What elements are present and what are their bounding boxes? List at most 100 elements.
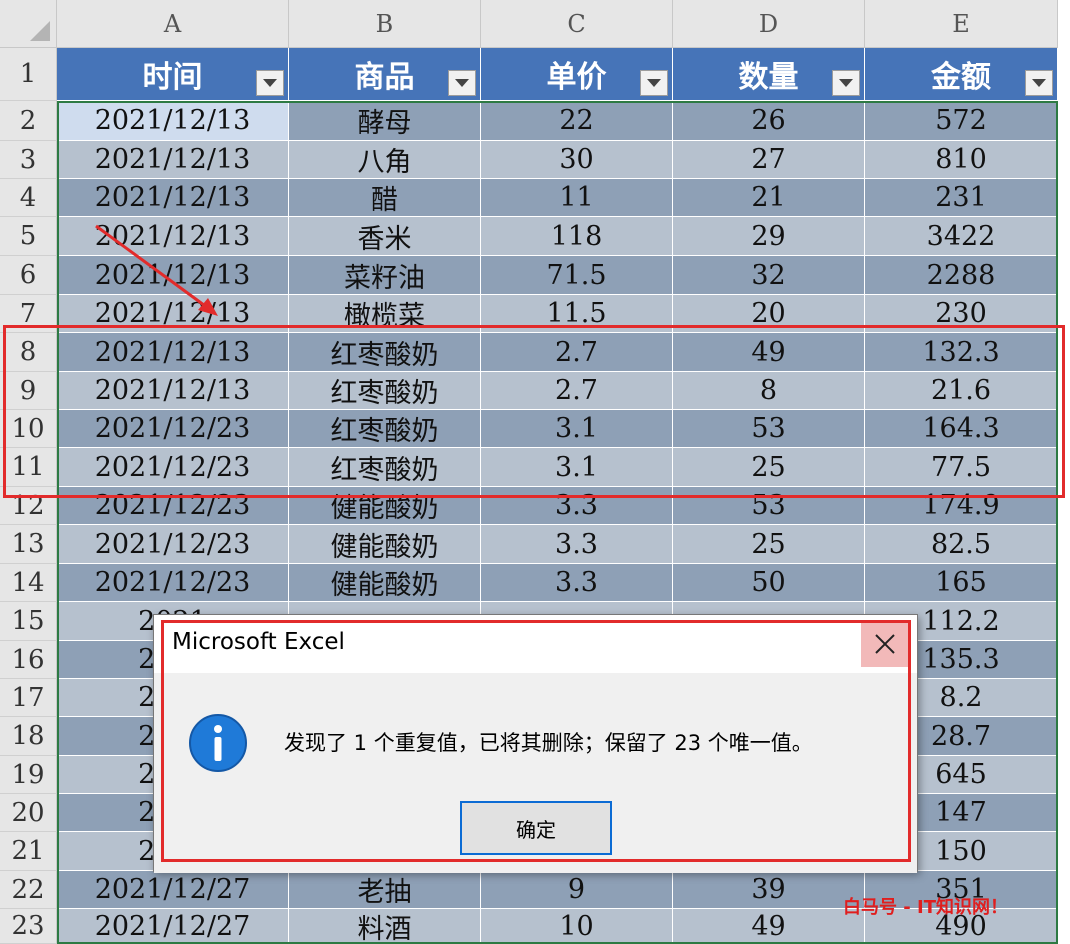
column-header-e[interactable]: E: [865, 0, 1058, 48]
table-cell[interactable]: 红枣酸奶: [289, 410, 481, 448]
table-cell[interactable]: 香米: [289, 217, 481, 256]
table-cell[interactable]: 11.5: [481, 295, 673, 333]
table-cell[interactable]: 2021/12/13: [57, 333, 289, 372]
table-cell[interactable]: 9: [481, 871, 673, 909]
row-header[interactable]: 3: [0, 141, 57, 179]
table-cell[interactable]: 27: [673, 141, 865, 179]
row-header[interactable]: 5: [0, 217, 57, 256]
table-cell[interactable]: 菜籽油: [289, 256, 481, 295]
row-header[interactable]: 8: [0, 333, 57, 372]
row-header[interactable]: 17: [0, 679, 57, 717]
table-cell[interactable]: 2.7: [481, 333, 673, 372]
table-cell[interactable]: 25: [673, 448, 865, 487]
table-cell[interactable]: 21.6: [865, 372, 1058, 410]
table-cell[interactable]: 132.3: [865, 333, 1058, 372]
table-cell[interactable]: 健能酸奶: [289, 487, 481, 525]
table-cell[interactable]: 53: [673, 487, 865, 525]
table-cell[interactable]: 醋: [289, 179, 481, 217]
table-cell[interactable]: 2021/12/23: [57, 525, 289, 564]
row-header[interactable]: 15: [0, 602, 57, 641]
row-header[interactable]: 18: [0, 717, 57, 756]
table-cell[interactable]: 10: [481, 909, 673, 944]
table-cell[interactable]: 八角: [289, 141, 481, 179]
table-cell[interactable]: 橄榄菜: [289, 295, 481, 333]
table-cell[interactable]: 健能酸奶: [289, 564, 481, 602]
table-cell[interactable]: 2021/12/13: [57, 141, 289, 179]
table-cell[interactable]: 50: [673, 564, 865, 602]
table-cell[interactable]: 22: [481, 101, 673, 141]
table-cell[interactable]: 红枣酸奶: [289, 333, 481, 372]
active-cell[interactable]: 2021/12/13: [57, 101, 289, 141]
select-all-corner[interactable]: [0, 0, 57, 48]
table-cell[interactable]: 230: [865, 295, 1058, 333]
table-header-cell[interactable]: 数量: [673, 48, 865, 101]
table-cell[interactable]: 2021/12/27: [57, 871, 289, 909]
table-cell[interactable]: 165: [865, 564, 1058, 602]
filter-dropdown-button[interactable]: [640, 70, 668, 96]
filter-dropdown-button[interactable]: [448, 70, 476, 96]
column-header-b[interactable]: B: [289, 0, 481, 48]
table-cell[interactable]: 53: [673, 410, 865, 448]
table-cell[interactable]: 2021/12/13: [57, 372, 289, 410]
close-button[interactable]: [861, 621, 909, 667]
table-header-cell[interactable]: 时间: [57, 48, 289, 101]
row-header[interactable]: 23: [0, 909, 57, 944]
row-header[interactable]: 4: [0, 179, 57, 217]
row-header[interactable]: 14: [0, 564, 57, 602]
row-header[interactable]: 22: [0, 871, 57, 909]
table-cell[interactable]: 2021/12/23: [57, 410, 289, 448]
table-cell[interactable]: 2021/12/27: [57, 909, 289, 944]
table-cell[interactable]: 21: [673, 179, 865, 217]
table-cell[interactable]: 20: [673, 295, 865, 333]
table-cell[interactable]: 39: [673, 871, 865, 909]
table-cell[interactable]: 酵母: [289, 101, 481, 141]
table-cell[interactable]: 健能酸奶: [289, 525, 481, 564]
table-cell[interactable]: 3422: [865, 217, 1058, 256]
table-cell[interactable]: 572: [865, 101, 1058, 141]
table-header-cell[interactable]: 商品: [289, 48, 481, 101]
table-cell[interactable]: 3.3: [481, 564, 673, 602]
table-cell[interactable]: 3.3: [481, 487, 673, 525]
table-cell[interactable]: 25: [673, 525, 865, 564]
row-header[interactable]: 7: [0, 295, 57, 333]
table-cell[interactable]: 3.1: [481, 410, 673, 448]
row-header[interactable]: 10: [0, 410, 57, 448]
table-cell[interactable]: 164.3: [865, 410, 1058, 448]
table-cell[interactable]: 红枣酸奶: [289, 448, 481, 487]
table-cell[interactable]: 2021/12/13: [57, 179, 289, 217]
table-header-cell[interactable]: 金额: [865, 48, 1058, 101]
table-cell[interactable]: 49: [673, 909, 865, 944]
row-header[interactable]: 11: [0, 448, 57, 487]
table-cell[interactable]: 3.1: [481, 448, 673, 487]
table-cell[interactable]: 118: [481, 217, 673, 256]
table-cell[interactable]: 2288: [865, 256, 1058, 295]
table-cell[interactable]: 3.3: [481, 525, 673, 564]
row-header[interactable]: 9: [0, 372, 57, 410]
table-cell[interactable]: 231: [865, 179, 1058, 217]
row-header[interactable]: 20: [0, 794, 57, 832]
row-header[interactable]: 2: [0, 101, 57, 141]
filter-dropdown-button[interactable]: [832, 70, 860, 96]
table-cell[interactable]: 174.9: [865, 487, 1058, 525]
table-cell[interactable]: 810: [865, 141, 1058, 179]
table-cell[interactable]: 料酒: [289, 909, 481, 944]
table-cell[interactable]: 2021/12/23: [57, 448, 289, 487]
column-header-c[interactable]: C: [481, 0, 673, 48]
table-cell[interactable]: 49: [673, 333, 865, 372]
table-cell[interactable]: 8: [673, 372, 865, 410]
row-header[interactable]: 6: [0, 256, 57, 295]
table-cell[interactable]: 30: [481, 141, 673, 179]
row-header[interactable]: 1: [0, 48, 57, 101]
table-cell[interactable]: 红枣酸奶: [289, 372, 481, 410]
table-cell[interactable]: 29: [673, 217, 865, 256]
table-cell[interactable]: 2021/12/23: [57, 487, 289, 525]
table-cell[interactable]: 2.7: [481, 372, 673, 410]
row-header[interactable]: 19: [0, 756, 57, 794]
table-cell[interactable]: 26: [673, 101, 865, 141]
table-cell[interactable]: 2021/12/23: [57, 564, 289, 602]
table-cell[interactable]: 32: [673, 256, 865, 295]
ok-button[interactable]: 确定: [460, 801, 612, 855]
filter-dropdown-button[interactable]: [1025, 70, 1053, 96]
row-header[interactable]: 21: [0, 832, 57, 871]
column-header-a[interactable]: A: [57, 0, 289, 48]
